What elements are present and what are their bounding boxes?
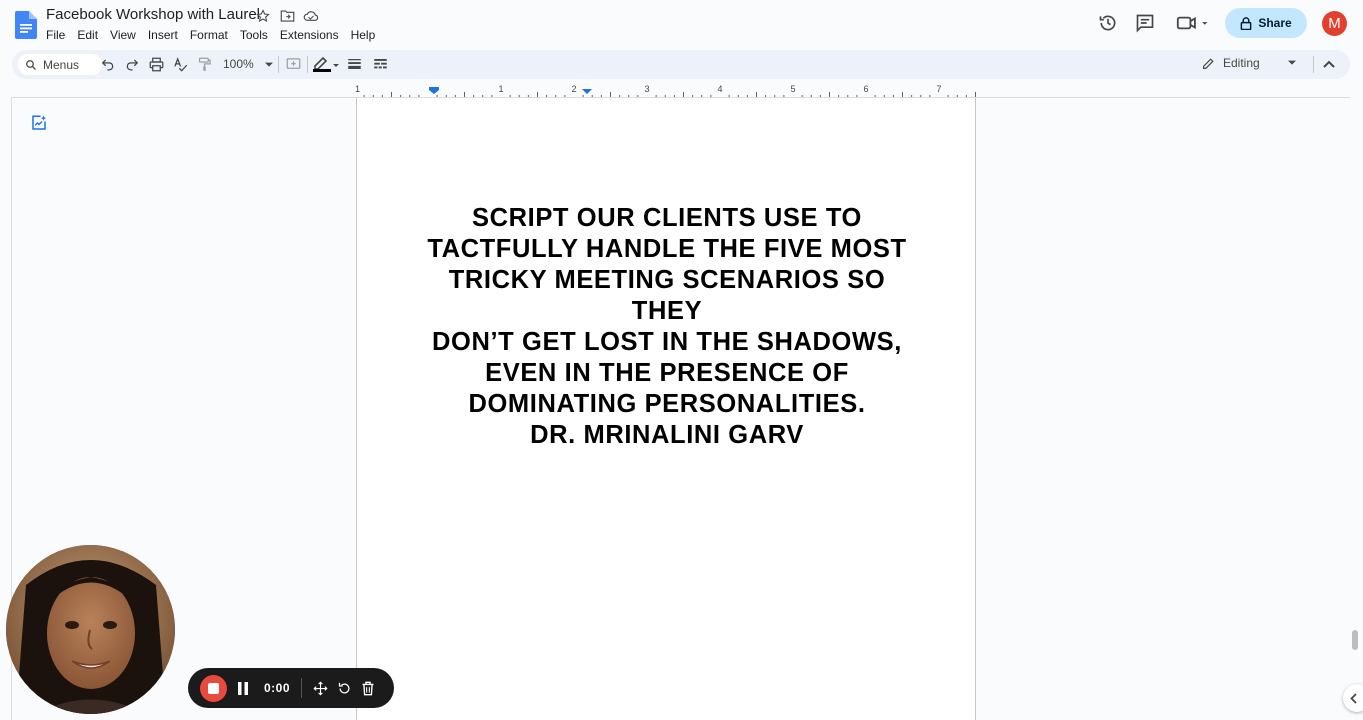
editing-mode-label: Editing [1223,56,1260,70]
add-comment-icon[interactable] [285,56,301,72]
zoom-value: 100% [223,57,254,71]
menu-edit[interactable]: Edit [71,27,104,43]
comments-icon[interactable] [1134,12,1156,34]
vertical-scrollbar[interactable] [1352,630,1358,650]
body-line: TRICKY MEETING SCENARIOS SO THEY [448,266,886,325]
docs-logo-icon[interactable] [15,11,37,39]
zoom-select[interactable]: 100% [223,57,274,71]
ruler-label: 1 [355,84,360,94]
toolbar-divider [1313,56,1314,73]
star-icon[interactable] [255,8,271,24]
editing-mode-select[interactable]: Editing [1202,56,1296,70]
menu-bar: File Edit View Insert Format Tools Exten… [40,27,381,43]
document-body[interactable]: SCRIPT OUR CLIENTS USE TO TACTFULLY HAND… [417,203,917,420]
ruler-label: 6 [863,84,868,94]
search-icon [26,59,36,70]
search-menus-input[interactable]: Menus [18,54,102,75]
border-weight-icon[interactable] [346,56,362,72]
text-color-icon[interactable] [312,56,342,72]
menu-format[interactable]: Format [184,27,234,43]
chevron-left-icon [1350,692,1357,704]
menu-insert[interactable]: Insert [142,27,184,43]
ruler-label: 1 [498,84,503,94]
version-history-icon[interactable] [1097,12,1119,34]
undo-icon[interactable] [100,56,116,72]
body-line: TACTFULLY HANDLE THE FIVE MOST [427,235,907,263]
ruler-label: 7 [936,84,941,94]
webcam-bubble[interactable] [6,545,175,714]
menu-view[interactable]: View [104,27,142,43]
document-title[interactable]: Facebook Workshop with Laurel [46,6,260,23]
cloud-saved-icon[interactable] [303,8,319,24]
stop-recording-button[interactable] [200,675,227,702]
chevron-up-icon[interactable] [1321,56,1337,72]
body-line: DON’T GET LOST IN THE SHADOWS, [432,328,902,356]
menu-tools[interactable]: Tools [234,27,274,43]
chevron-down-icon [265,62,274,67]
side-panel-toggle[interactable] [1343,684,1363,712]
stop-icon [208,683,219,694]
redo-icon[interactable] [124,56,140,72]
paint-format-icon[interactable] [196,56,212,72]
spellcheck-icon[interactable] [172,56,188,72]
recording-timer: 0:00 [264,681,291,695]
avatar[interactable]: M [1322,11,1347,36]
recorder-divider [301,678,302,698]
document-outline-icon[interactable] [30,114,48,132]
share-button[interactable]: Share [1225,8,1307,38]
body-line: SCRIPT OUR CLIENTS USE TO [472,204,862,232]
drag-handle-icon[interactable] [312,680,328,696]
pencil-icon [1203,57,1214,69]
chevron-down-icon [1287,60,1296,65]
menu-extensions[interactable]: Extensions [274,27,345,43]
menu-help[interactable]: Help [345,27,382,43]
restart-icon[interactable] [336,680,352,696]
horizontal-ruler[interactable]: 1 1 2 3 4 5 6 7 [355,83,977,98]
recorder-controls: 0:00 [188,668,394,708]
ruler-label: 3 [644,84,649,94]
document-page[interactable]: SCRIPT OUR CLIENTS USE TO TACTFULLY HAND… [356,98,976,720]
pause-icon[interactable] [235,680,251,696]
lock-icon [1240,16,1252,30]
menu-file[interactable]: File [40,27,71,43]
toolbar-divider [278,56,279,73]
print-icon[interactable] [148,56,164,72]
meet-video-icon[interactable] [1176,12,1212,34]
search-placeholder: Menus [43,57,80,72]
ruler-label: 2 [571,84,576,94]
border-dash-icon[interactable] [372,56,388,72]
trash-icon[interactable] [360,680,376,696]
toolbar: Menus 100% Editing [12,50,1350,79]
ruler-label: 4 [717,84,722,94]
webcam-video-feed [6,545,175,714]
ruler-label: 5 [790,84,795,94]
title-bar: Facebook Workshop with Laurel File Edit … [0,0,1363,50]
body-line: EVEN IN THE PRESENCE OF [485,359,849,387]
body-line: DOMINATING PERSONALITIES. [468,390,866,418]
move-folder-icon[interactable] [279,8,295,24]
author-line: DR. MRINALINI GARV [530,421,804,449]
toolbar-divider [307,56,308,73]
share-label: Share [1258,16,1292,30]
